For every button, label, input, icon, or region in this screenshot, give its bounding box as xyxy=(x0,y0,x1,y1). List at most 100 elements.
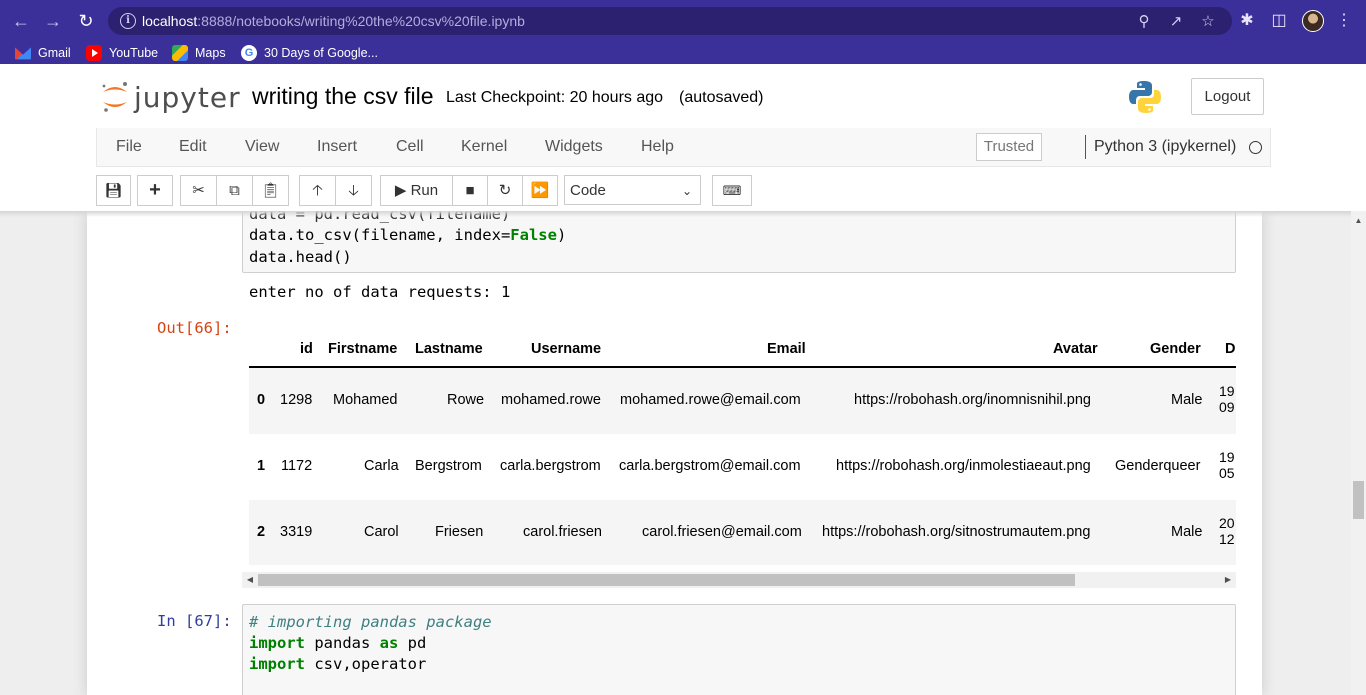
youtube-icon xyxy=(86,45,102,61)
column-header: Lastname xyxy=(415,341,483,357)
cell-type-select[interactable]: Code ⌄ xyxy=(564,175,701,205)
browser-toolbar: ← → ↻ i localhost:8888/notebooks/writing… xyxy=(0,0,1366,42)
menu-cell[interactable]: Cell xyxy=(396,138,424,156)
command-palette-button[interactable]: ⌨ xyxy=(712,175,752,206)
table-row: 2 3319 Carol Friesen carol.friesen carol… xyxy=(249,500,1236,565)
profile-avatar[interactable] xyxy=(1302,10,1324,32)
python-logo-icon xyxy=(1129,81,1161,113)
table-row: 1 1172 Carla Bergstrom carla.bergstrom c… xyxy=(249,434,1236,500)
side-panel-icon[interactable]: ◫ xyxy=(1269,11,1289,31)
checkpoint-status: Last Checkpoint: 20 hours ago xyxy=(446,89,664,106)
column-header: id xyxy=(300,341,313,357)
site-info-icon[interactable]: i xyxy=(120,13,136,29)
jupyter-logo[interactable]: jupyter xyxy=(100,80,240,114)
in-prompt: In [67]: xyxy=(157,612,232,630)
code-line: data.head() xyxy=(249,248,352,266)
scissors-icon: ✂ xyxy=(192,182,205,199)
jupyter-logo-icon xyxy=(102,82,127,112)
notebook-area: data = pd.read_csv(filename) data.to_csv… xyxy=(0,211,1351,695)
menu-kernel[interactable]: Kernel xyxy=(461,138,507,156)
jupyter-header: jupyter writing the csv file Last Checkp… xyxy=(0,64,1366,128)
scrollbar-thumb[interactable] xyxy=(1353,481,1364,519)
bookmark-maps[interactable]: Maps xyxy=(172,44,226,62)
logout-button[interactable]: Logout xyxy=(1191,78,1264,115)
url-text[interactable]: localhost:8888/notebooks/writing%20the%2… xyxy=(142,13,525,29)
header-shadow xyxy=(0,211,1351,217)
extensions-icon[interactable]: ✱ xyxy=(1237,11,1257,31)
menu-widgets[interactable]: Widgets xyxy=(545,138,603,156)
scroll-right-icon[interactable]: ▶ xyxy=(1220,572,1236,588)
fast-forward-icon: ⏩ xyxy=(530,182,550,199)
move-up-button[interactable]: 🡡 xyxy=(299,175,336,206)
cell-stdout: enter no of data requests: 1 xyxy=(249,283,511,301)
run-group: ▶ Run ■ ↻ ⏩ xyxy=(380,175,558,206)
menu-insert[interactable]: Insert xyxy=(317,138,357,156)
code-cell-67-input[interactable]: # importing pandas package import pandas… xyxy=(242,604,1236,695)
insert-cell-button[interactable]: + xyxy=(137,175,173,206)
code-line: data.to_csv(filename, index=False) xyxy=(249,226,567,244)
kernel-name[interactable]: Python 3 (ipykernel) xyxy=(1094,138,1236,156)
keyboard-icon: ⌨ xyxy=(722,183,742,198)
column-header: Firstname xyxy=(328,341,398,357)
menu-kebab-icon[interactable]: ⋮ xyxy=(1334,11,1354,31)
copy-icon: ⧉ xyxy=(229,182,240,199)
code-cell-66-input[interactable]: data = pd.read_csv(filename) data.to_csv… xyxy=(242,211,1236,273)
zoom-icon[interactable]: ⚲ xyxy=(1135,13,1153,31)
code-comment: # importing pandas package xyxy=(249,613,492,631)
chevron-down-icon: ⌄ xyxy=(681,184,692,198)
menu-file[interactable]: File xyxy=(116,138,142,156)
back-arrow-icon[interactable]: ← xyxy=(10,10,32,32)
stop-icon: ■ xyxy=(465,182,475,199)
plus-icon: + xyxy=(149,179,161,201)
notebook-page: data = pd.read_csv(filename) data.to_csv… xyxy=(87,211,1262,695)
bookmark-youtube[interactable]: YouTube xyxy=(86,44,158,62)
arrow-down-icon: 🡣 xyxy=(348,182,359,199)
page-vertical-scrollbar[interactable]: ▲ xyxy=(1351,211,1366,695)
column-header: Avatar xyxy=(1053,341,1098,357)
cut-button[interactable]: ✂ xyxy=(180,175,217,206)
autosave-status: (autosaved) xyxy=(679,89,764,106)
scroll-left-icon[interactable]: ◀ xyxy=(242,572,258,588)
restart-icon: ↻ xyxy=(498,182,512,199)
gmail-icon xyxy=(15,47,31,60)
interrupt-button[interactable]: ■ xyxy=(452,175,488,206)
menu-edit[interactable]: Edit xyxy=(179,138,207,156)
maps-icon xyxy=(172,45,188,61)
google-icon: G xyxy=(241,45,257,61)
bookmark-gmail[interactable]: Gmail xyxy=(15,44,71,62)
bookmark-30-days[interactable]: G 30 Days of Google... xyxy=(241,44,378,62)
scrollbar-thumb[interactable] xyxy=(258,574,1075,586)
address-bar[interactable]: i localhost:8888/notebooks/writing%20the… xyxy=(108,7,1232,35)
scroll-up-icon[interactable]: ▲ xyxy=(1351,213,1366,228)
copy-button[interactable]: ⧉ xyxy=(216,175,253,206)
trusted-indicator[interactable]: Trusted xyxy=(976,133,1042,161)
forward-arrow-icon[interactable]: → xyxy=(42,10,64,32)
move-group: 🡡 🡣 xyxy=(299,175,372,206)
share-icon[interactable]: ↗ xyxy=(1167,13,1185,31)
code-line: import csv,operator xyxy=(249,655,427,673)
save-button[interactable]: 💾︎ xyxy=(96,175,131,206)
restart-button[interactable]: ↻ xyxy=(487,175,523,206)
bookmarks-bar: Gmail YouTube Maps G 30 Days of Google..… xyxy=(0,42,1366,64)
notebook-title[interactable]: writing the csv file xyxy=(252,83,434,110)
restart-run-all-button[interactable]: ⏩ xyxy=(522,175,558,206)
menu-view[interactable]: View xyxy=(245,138,279,156)
reload-icon[interactable]: ↻ xyxy=(75,10,97,32)
move-down-button[interactable]: 🡣 xyxy=(335,175,372,206)
dataframe-horizontal-scrollbar[interactable]: ◀ ▶ xyxy=(242,572,1236,588)
run-button[interactable]: ▶ Run xyxy=(380,175,453,206)
column-header: D xyxy=(1225,341,1236,357)
paste-icon: 📋︎ xyxy=(260,182,281,199)
dataframe-output: id Firstname Lastname Username Email Ava… xyxy=(249,331,1236,565)
kernel-idle-indicator-icon xyxy=(1249,141,1262,154)
bookmark-star-icon[interactable]: ☆ xyxy=(1199,13,1217,31)
save-icon: 💾︎ xyxy=(104,182,123,198)
paste-button[interactable]: 📋︎ xyxy=(252,175,289,206)
column-header: Email xyxy=(767,341,806,357)
menu-help[interactable]: Help xyxy=(641,138,674,156)
kernel-divider xyxy=(1085,135,1086,159)
table-row: 0 1298 Mohamed Rowe mohamed.rowe mohamed… xyxy=(249,368,1236,434)
menubar: File Edit View Insert Cell Kernel Widget… xyxy=(96,128,1271,167)
clipboard-group: ✂ ⧉ 📋︎ xyxy=(180,175,289,206)
code-line: import pandas as pd xyxy=(249,634,427,652)
